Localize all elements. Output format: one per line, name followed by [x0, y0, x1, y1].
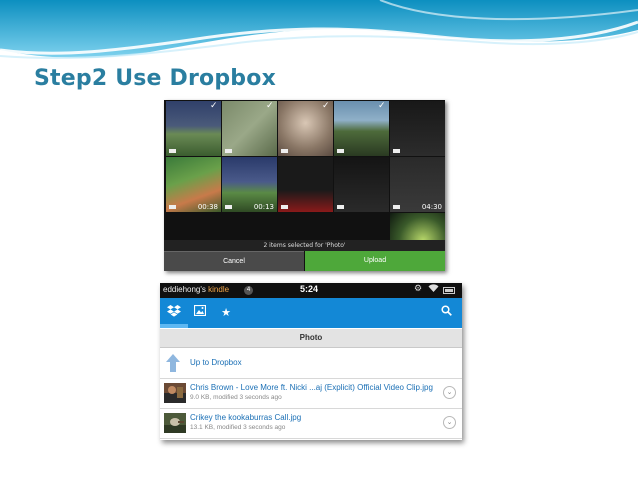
selection-status-bar: 2 items selected for 'Photo': [164, 240, 445, 251]
folder-header: Photo: [160, 329, 462, 348]
video-duration: 00:38: [197, 203, 218, 211]
video-thumbnail[interactable]: ✓: [222, 101, 277, 156]
cancel-button[interactable]: Cancel: [164, 251, 304, 271]
upload-button[interactable]: Upload: [305, 251, 445, 271]
status-bar: eddiehong's kindle 4 5:24 ⚙: [160, 283, 462, 298]
video-picker-screenshot: ✓✓✓✓04:3000:3800:1304:10 2 items selecte…: [164, 100, 445, 271]
file-name: Crikey the kookaburras Call.jpg: [190, 413, 302, 422]
video-thumbnail[interactable]: [278, 157, 333, 212]
video-camera-icon: [281, 149, 288, 153]
checkmark-icon: ✓: [322, 101, 330, 111]
gear-icon[interactable]: ⚙: [414, 284, 422, 294]
video-thumbnail[interactable]: ✓: [166, 101, 221, 156]
video-camera-icon: [337, 149, 344, 153]
video-camera-icon: [169, 149, 176, 153]
video-duration: 04:30: [421, 203, 442, 211]
checkmark-icon: ✓: [378, 101, 386, 111]
star-icon[interactable]: ★: [218, 305, 234, 321]
chevron-down-icon[interactable]: ⌄: [443, 386, 456, 399]
search-icon[interactable]: [438, 305, 454, 321]
device-name: kindle: [208, 285, 230, 294]
video-camera-icon: [337, 205, 344, 209]
clock: 5:24: [300, 284, 319, 294]
dropbox-icon[interactable]: [166, 305, 182, 321]
video-thumbnail[interactable]: 00:13: [222, 157, 277, 212]
file-thumbnail: [164, 413, 186, 433]
file-thumbnail: [164, 383, 186, 403]
photos-icon[interactable]: [192, 304, 208, 321]
video-thumbnail[interactable]: [334, 157, 389, 212]
video-thumbnail[interactable]: 04:30: [390, 157, 445, 212]
battery-icon: [443, 287, 455, 294]
header-wave-decoration: [0, 0, 638, 60]
file-list-item[interactable]: Chris Brown - Love More ft. Nicki ...aj …: [160, 379, 462, 409]
file-name: Chris Brown - Love More ft. Nicki ...aj …: [190, 383, 433, 392]
video-thumbnail[interactable]: ✓: [334, 101, 389, 156]
video-thumbnail[interactable]: ✓: [278, 101, 333, 156]
video-thumbnail[interactable]: [390, 101, 445, 156]
video-duration: 00:13: [253, 203, 274, 211]
video-camera-icon: [225, 205, 232, 209]
up-to-dropbox-label: Up to Dropbox: [190, 358, 242, 367]
video-camera-icon: [225, 149, 232, 153]
owner-name: eddiehong's: [163, 285, 206, 294]
chevron-down-icon[interactable]: ⌄: [443, 416, 456, 429]
notification-badge[interactable]: 4: [244, 286, 253, 295]
device-owner-label: eddiehong's kindle: [163, 285, 229, 294]
file-meta: 9.0 KB, modified 3 seconds ago: [190, 394, 282, 401]
video-thumbnail[interactable]: 00:38: [166, 157, 221, 212]
video-camera-icon: [393, 205, 400, 209]
kindle-dropbox-screenshot: eddiehong's kindle 4 5:24 ⚙ ★ Photo Up t…: [160, 283, 462, 440]
video-camera-icon: [281, 205, 288, 209]
video-camera-icon: [169, 205, 176, 209]
checkmark-icon: ✓: [266, 101, 274, 111]
up-arrow-icon: [166, 354, 180, 372]
file-list-item[interactable]: Crikey the kookaburras Call.jpg 13.1 KB,…: [160, 409, 462, 439]
video-camera-icon: [393, 149, 400, 153]
file-meta: 13.1 KB, modified 3 seconds ago: [190, 424, 286, 431]
checkmark-icon: ✓: [210, 101, 218, 111]
app-toolbar: ★: [160, 298, 462, 328]
up-to-dropbox-row[interactable]: Up to Dropbox: [160, 348, 462, 379]
slide-title: Step2 Use Dropbox: [34, 66, 276, 91]
wifi-icon: [428, 284, 439, 295]
active-tab-indicator: [160, 324, 188, 328]
